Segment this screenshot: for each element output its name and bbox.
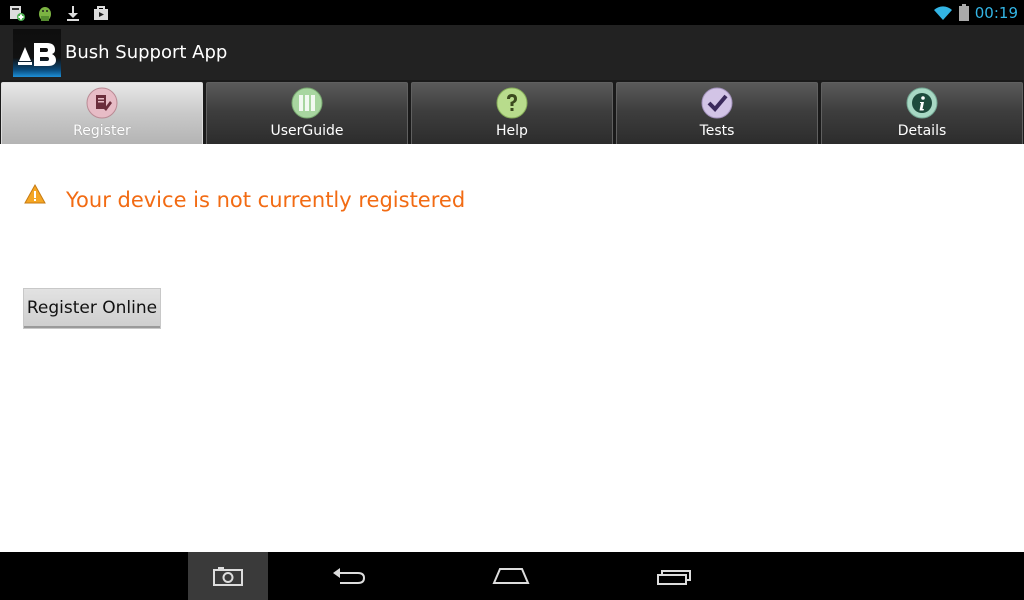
bush-logo-icon[interactable] [13, 29, 61, 77]
register-icon [86, 87, 118, 119]
tab-label: Register [73, 123, 131, 139]
help-icon [496, 87, 528, 119]
android-debug-icon [39, 6, 51, 21]
registration-status: Your device is not currently registered [66, 188, 466, 212]
tab-label: Help [496, 123, 528, 139]
tab-label: Tests [699, 123, 735, 139]
back-icon [333, 568, 366, 584]
userguide-icon [291, 87, 323, 119]
download-icon [67, 5, 79, 21]
action-bar: Bush Support App [0, 25, 1024, 80]
battery-icon [958, 4, 969, 21]
back-button[interactable] [309, 552, 389, 600]
app-install-icon [10, 5, 25, 21]
status-bar: 00:19 [0, 0, 1024, 25]
tab-help[interactable]: Help [411, 82, 613, 144]
app-title: Bush Support App [65, 42, 228, 63]
navigation-bar [0, 552, 1024, 600]
tab-label: Details [897, 123, 947, 139]
register-online-button[interactable]: Register Online [24, 289, 160, 328]
tab-label: UserGuide [270, 123, 344, 139]
screenshot-icon [213, 567, 243, 586]
home-button[interactable] [471, 552, 551, 600]
tab-userguide[interactable]: UserGuide [206, 82, 408, 144]
warning-icon [24, 183, 46, 204]
home-icon [492, 568, 530, 584]
system-icons: 00:19 [933, 0, 1018, 25]
main-content: Your device is not currently registered … [0, 144, 1024, 552]
tab-tests[interactable]: Tests [616, 82, 818, 144]
recents-icon [657, 570, 691, 585]
tab-details[interactable]: Details [821, 82, 1023, 144]
tab-register[interactable]: Register [1, 82, 203, 144]
recents-button[interactable] [634, 552, 714, 600]
store-icon [94, 5, 108, 20]
screenshot-button[interactable] [188, 552, 268, 600]
tab-bar: Register UserGuide Help Tests Details [0, 80, 1024, 144]
tests-icon [701, 87, 733, 119]
notification-icons [8, 3, 110, 22]
details-icon [906, 87, 938, 119]
wifi-icon [933, 5, 952, 20]
clock: 00:19 [974, 3, 1018, 22]
